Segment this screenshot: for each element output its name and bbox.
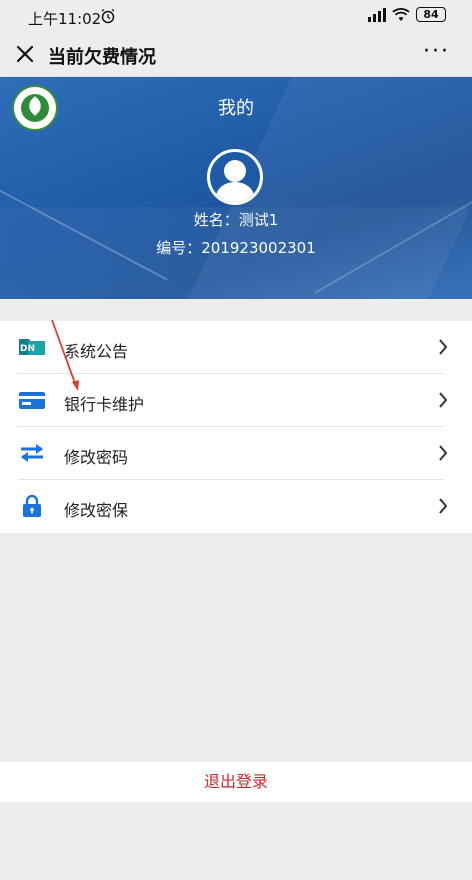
annotation-arrow <box>51 319 79 391</box>
alarm-icon <box>100 8 116 28</box>
signal-icon <box>368 7 386 22</box>
chevron-right-icon <box>439 445 448 461</box>
user-name: 姓名：测试1 <box>193 211 279 229</box>
page-title: 当前欠费情况 <box>48 47 156 68</box>
swap-arrows-icon <box>21 444 43 462</box>
chevron-right-icon <box>439 392 448 408</box>
profile-header: 我的 <box>218 98 254 119</box>
close-icon[interactable] <box>14 43 36 65</box>
menu-item-change-password[interactable]: 修改密码 <box>0 427 472 480</box>
status-time: 上午11:02 <box>28 10 102 28</box>
profile-banner: 我的 姓名：测试1 编号：201923002301 <box>0 77 472 299</box>
user-code: 编号：201923002301 <box>156 239 316 257</box>
battery-icon: 84 <box>416 7 446 22</box>
logout-button[interactable]: 退出登录 <box>0 762 472 802</box>
nav-bar: 当前欠费情况 ··· <box>0 34 472 77</box>
status-bar: 上午11:02 84 <box>0 0 472 34</box>
more-options-button[interactable]: ··· <box>423 41 450 63</box>
svg-text:DN: DN <box>20 344 35 354</box>
chevron-right-icon <box>439 498 448 514</box>
menu-item-label: 修改密保 <box>64 501 129 520</box>
wifi-icon <box>392 7 410 21</box>
announcement-icon: DN <box>19 339 45 355</box>
lock-icon <box>23 495 41 517</box>
bank-card-icon <box>19 392 45 409</box>
avatar <box>207 149 263 205</box>
chevron-right-icon <box>439 339 448 355</box>
menu-item-label: 修改密码 <box>64 448 129 467</box>
menu-item-security-question[interactable]: 修改密保 <box>0 480 472 533</box>
